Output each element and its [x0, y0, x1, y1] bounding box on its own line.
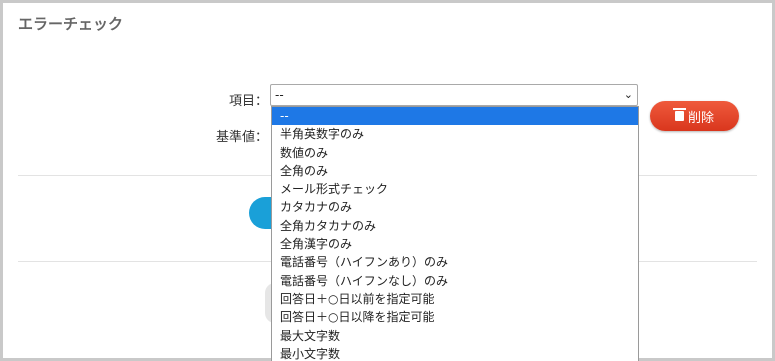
dropdown-option[interactable]: 半角英数字のみ	[272, 125, 638, 143]
panel-title: エラーチェック	[18, 15, 124, 33]
criteria-label: 基準値：	[216, 130, 269, 145]
delete-button-label: 削除	[687, 110, 714, 126]
item-select-value: --	[275, 88, 284, 102]
delete-button[interactable]: 削除	[650, 101, 739, 131]
dropdown-option[interactable]: 最小文字数	[272, 345, 638, 361]
dropdown-option[interactable]: 数値のみ	[272, 144, 638, 162]
dropdown-option-selected[interactable]: --	[272, 107, 638, 126]
dropdown-option[interactable]: カタカナのみ	[272, 198, 638, 216]
dropdown-option[interactable]: メール形式チェック	[272, 180, 638, 198]
dropdown-option[interactable]: 最大文字数	[272, 327, 638, 345]
item-label: 項目：	[229, 94, 269, 109]
trash-icon	[672, 108, 686, 121]
dropdown-option[interactable]: 全角のみ	[272, 162, 638, 180]
dropdown-option[interactable]: 電話番号（ハイフンなし）のみ	[272, 272, 638, 290]
item-select[interactable]: -- ⌄	[270, 84, 638, 106]
item-dropdown-list[interactable]: -- 半角英数字のみ 数値のみ 全角のみ メール形式チェック カタカナのみ 全角…	[271, 106, 639, 361]
dropdown-option[interactable]: 回答日＋○日以前を指定可能	[272, 290, 638, 308]
dropdown-option[interactable]: 回答日＋○日以降を指定可能	[272, 308, 638, 326]
error-check-panel: エラーチェック 項目： 基準値： -- ⌄ 削除 -- 半角英数字のみ 数値のみ…	[0, 0, 775, 361]
dropdown-option[interactable]: 全角漢字のみ	[272, 235, 638, 253]
dropdown-option[interactable]: 電話番号（ハイフンあり）のみ	[272, 253, 638, 271]
dropdown-option[interactable]: 全角カタカナのみ	[272, 217, 638, 235]
chevron-down-icon: ⌄	[623, 88, 633, 101]
